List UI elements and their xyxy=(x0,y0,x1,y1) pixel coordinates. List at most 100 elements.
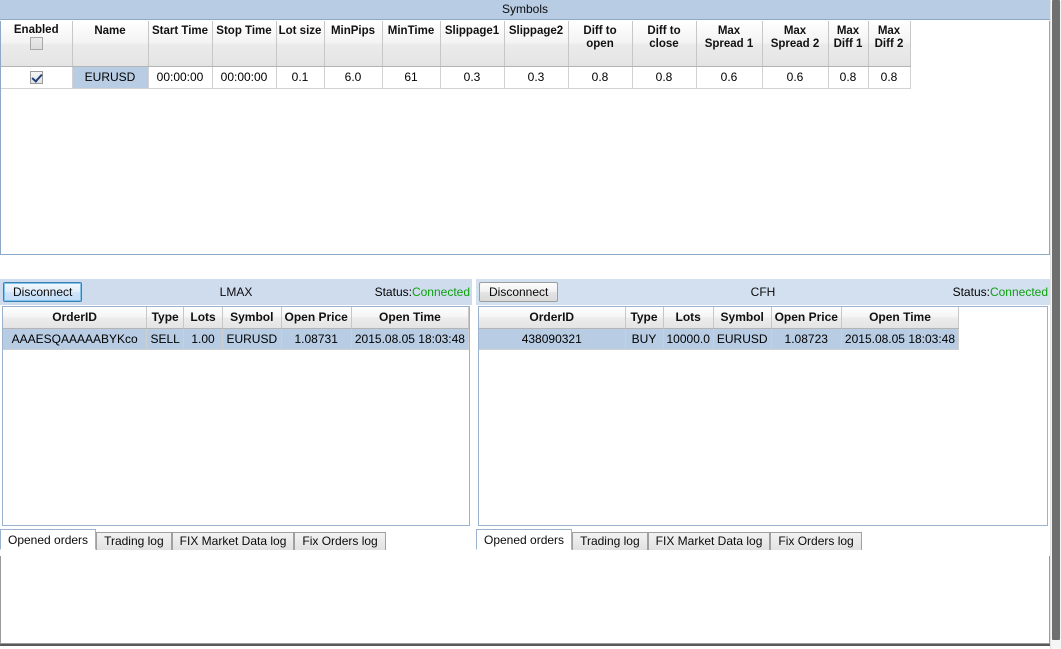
column-header-diff-to-open-label: Diff to open xyxy=(583,25,617,50)
tab-fix-market-data-log-cfh[interactable]: FIX Market Data log xyxy=(647,532,771,550)
column-header-slippage1[interactable]: Slippage1 xyxy=(440,21,505,67)
cell-start-time[interactable]: 00:00:00 xyxy=(148,66,213,89)
orders-column-header-type[interactable]: Type xyxy=(146,307,184,329)
tabstrip-lmax: Opened orders Trading log FIX Market Dat… xyxy=(0,527,472,553)
symbols-table: Enabled Name Start Time Stop Time Lot si… xyxy=(1,21,911,89)
column-header-max-diff-1[interactable]: Max Diff 1 xyxy=(828,21,869,67)
tabstrip-cfh: Opened orders Trading log FIX Market Dat… xyxy=(476,527,1050,553)
cell-name[interactable]: EURUSD xyxy=(72,66,149,89)
lower-content-area xyxy=(0,556,1050,644)
cell-slippage2[interactable]: 0.3 xyxy=(504,66,569,89)
orders-column-header-orderid[interactable]: OrderID xyxy=(479,307,626,329)
column-header-diff-to-open[interactable]: Diff to open xyxy=(568,21,633,67)
column-header-max-diff-1-label: Max Diff 1 xyxy=(833,25,863,50)
cell-symbol[interactable]: EURUSD xyxy=(222,328,282,350)
select-all-checkbox-wrap[interactable] xyxy=(29,37,43,50)
cell-orderid[interactable]: AAAESQAAAAABYKco xyxy=(3,328,148,350)
column-header-name[interactable]: Name xyxy=(72,21,149,67)
tab-fix-market-data-log-lmax[interactable]: FIX Market Data log xyxy=(171,532,295,550)
column-header-lot-size[interactable]: Lot size xyxy=(276,21,325,67)
column-header-name-label: Name xyxy=(94,25,126,37)
cell-mintime[interactable]: 61 xyxy=(382,66,441,89)
symbols-header-row: Enabled Name Start Time Stop Time Lot si… xyxy=(1,21,911,67)
column-header-mintime[interactable]: MinTime xyxy=(382,21,441,67)
vertical-scrollbar[interactable] xyxy=(1050,0,1061,649)
cell-type[interactable]: BUY xyxy=(625,328,664,350)
tab-trading-log-lmax[interactable]: Trading log xyxy=(96,532,172,550)
orders-area-lmax: OrderID Type Lots Symbol Open Price Open… xyxy=(2,306,470,526)
cell-open-time[interactable]: 2015.08.05 18:03:48 xyxy=(841,328,960,350)
column-header-max-diff-2-label: Max Diff 2 xyxy=(874,25,904,50)
orders-column-header-lots[interactable]: Lots xyxy=(183,307,224,329)
orders-column-header-open-time[interactable]: Open Time xyxy=(841,307,960,329)
cell-lots[interactable]: 10000.0 xyxy=(663,328,714,350)
cell-open-time[interactable]: 2015.08.05 18:03:48 xyxy=(351,328,469,350)
table-row[interactable]: EURUSD 00:00:00 00:00:00 0.1 6.0 61 0.3 … xyxy=(1,66,911,89)
column-header-diff-to-close-label: Diff to close xyxy=(647,25,681,50)
cell-open-price[interactable]: 1.08723 xyxy=(771,328,842,350)
column-header-max-diff-2[interactable]: Max Diff 2 xyxy=(868,21,911,67)
vertical-scrollbar-thumb[interactable] xyxy=(1052,0,1060,640)
cell-symbol[interactable]: EURUSD xyxy=(713,328,772,350)
column-header-start-time[interactable]: Start Time xyxy=(148,21,213,67)
cell-max-diff-2[interactable]: 0.8 xyxy=(868,66,911,89)
orders-column-header-orderid[interactable]: OrderID xyxy=(3,307,148,329)
column-header-max-spread-1[interactable]: Max Spread 1 xyxy=(696,21,763,67)
cell-slippage1[interactable]: 0.3 xyxy=(440,66,505,89)
orders-column-header-open-price[interactable]: Open Price xyxy=(771,307,842,329)
panel-header-cfh: CFH Disconnect Status:Connected xyxy=(476,279,1050,305)
orders-column-header-open-price[interactable]: Open Price xyxy=(281,307,352,329)
tab-opened-orders-cfh[interactable]: Opened orders xyxy=(476,529,573,550)
tab-fix-orders-log-cfh[interactable]: Fix Orders log xyxy=(770,532,862,550)
cell-enabled[interactable] xyxy=(1,66,73,89)
column-header-diff-to-close[interactable]: Diff to close xyxy=(632,21,697,67)
panel-header-lmax: LMAX Disconnect Status:Connected xyxy=(0,279,472,305)
orders-table-lmax: OrderID Type Lots Symbol Open Price Open… xyxy=(3,307,469,350)
column-header-slippage2[interactable]: Slippage2 xyxy=(504,21,569,67)
orders-header-row-cfh: OrderID Type Lots Symbol Open Price Open… xyxy=(479,307,960,329)
orders-column-header-open-time[interactable]: Open Time xyxy=(351,307,469,329)
column-header-mintime-label: MinTime xyxy=(387,25,435,37)
symbols-grid-container: Enabled Name Start Time Stop Time Lot si… xyxy=(0,21,1050,255)
cell-diff-to-open[interactable]: 0.8 xyxy=(568,66,633,89)
symbols-title-bar: Symbols xyxy=(0,0,1050,20)
cell-stop-time[interactable]: 00:00:00 xyxy=(212,66,277,89)
status-value-lmax: Connected xyxy=(411,285,470,299)
cell-max-spread-2[interactable]: 0.6 xyxy=(762,66,829,89)
orders-header-row-lmax: OrderID Type Lots Symbol Open Price Open… xyxy=(3,307,469,329)
column-header-max-spread-1-label: Max Spread 1 xyxy=(704,25,754,50)
column-header-max-spread-2[interactable]: Max Spread 2 xyxy=(762,21,829,67)
cell-open-price[interactable]: 1.08731 xyxy=(281,328,352,350)
column-header-stop-time[interactable]: Stop Time xyxy=(212,21,277,67)
table-row[interactable]: AAAESQAAAAABYKco SELL 1.00 EURUSD 1.0873… xyxy=(3,328,469,350)
orders-area-cfh: OrderID Type Lots Symbol Open Price Open… xyxy=(478,306,1048,526)
column-header-minpips[interactable]: MinPips xyxy=(324,21,383,67)
orders-column-header-symbol[interactable]: Symbol xyxy=(222,307,282,329)
column-header-slippage1-label: Slippage1 xyxy=(444,25,500,37)
disconnect-button-lmax[interactable]: Disconnect xyxy=(3,282,83,302)
select-all-checkbox[interactable] xyxy=(29,37,43,50)
cell-minpips[interactable]: 6.0 xyxy=(324,66,383,89)
disconnect-button-cfh[interactable]: Disconnect xyxy=(479,282,559,302)
row-enabled-checkbox[interactable] xyxy=(29,71,43,85)
orders-column-header-symbol[interactable]: Symbol xyxy=(713,307,772,329)
cell-lot-size[interactable]: 0.1 xyxy=(276,66,325,89)
cell-max-spread-1[interactable]: 0.6 xyxy=(696,66,763,89)
status-value-cfh: Connected xyxy=(989,285,1048,299)
tab-fix-orders-log-lmax[interactable]: Fix Orders log xyxy=(294,532,386,550)
orders-column-header-type[interactable]: Type xyxy=(625,307,664,329)
orders-table-cfh: OrderID Type Lots Symbol Open Price Open… xyxy=(479,307,960,350)
column-header-enabled[interactable]: Enabled xyxy=(1,21,73,67)
cell-diff-to-close[interactable]: 0.8 xyxy=(632,66,697,89)
tab-trading-log-cfh[interactable]: Trading log xyxy=(572,532,648,550)
cell-max-diff-1[interactable]: 0.8 xyxy=(828,66,869,89)
cell-type[interactable]: SELL xyxy=(146,328,184,350)
cell-lots[interactable]: 1.00 xyxy=(183,328,224,350)
orders-column-header-lots[interactable]: Lots xyxy=(663,307,714,329)
table-row[interactable]: 438090321 BUY 10000.0 EURUSD 1.08723 201… xyxy=(479,328,960,350)
column-header-slippage2-label: Slippage2 xyxy=(508,25,564,37)
tab-opened-orders-lmax[interactable]: Opened orders xyxy=(0,529,97,550)
status-lmax: Status:Connected xyxy=(375,279,470,305)
cell-orderid[interactable]: 438090321 xyxy=(479,328,626,350)
page-title: Symbols xyxy=(501,2,548,16)
